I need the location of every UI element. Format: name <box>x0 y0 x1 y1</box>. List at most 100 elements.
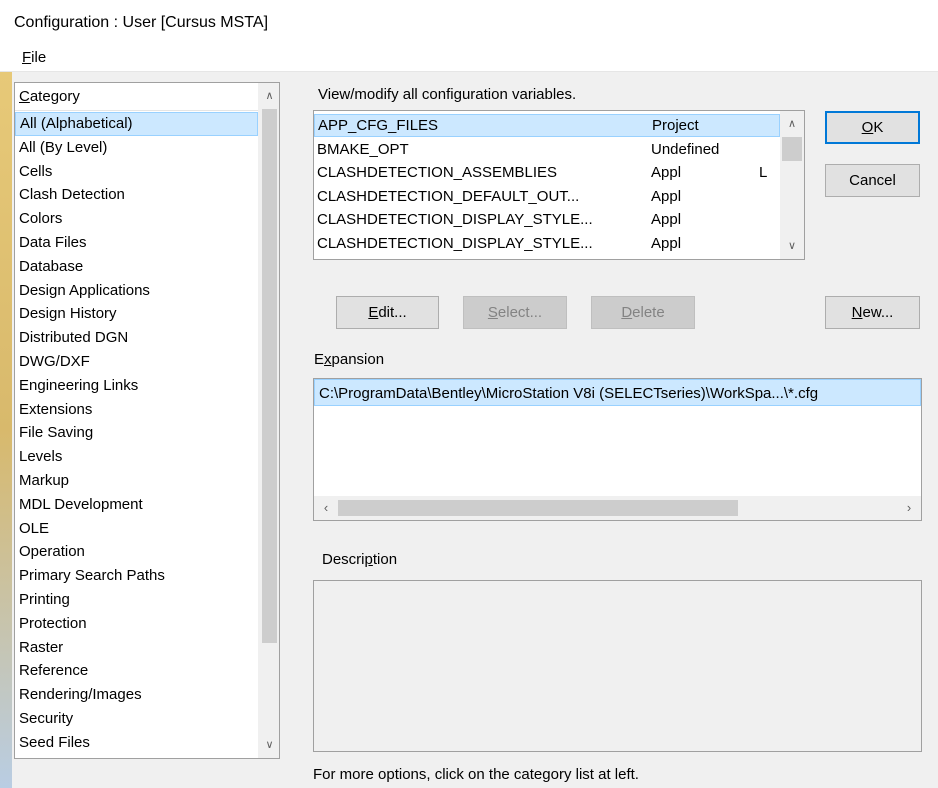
category-item[interactable]: Cells <box>15 160 258 184</box>
category-item[interactable]: All (By Level) <box>15 136 258 160</box>
category-item[interactable]: Printing <box>15 588 258 612</box>
expansion-scroll-thumb[interactable] <box>338 500 738 516</box>
variable-row[interactable]: BMAKE_OPT Undefined <box>314 138 780 161</box>
menu-file-label: ile <box>31 49 47 66</box>
delete-label: elete <box>632 304 665 321</box>
chevron-left-icon[interactable]: ‹ <box>314 496 338 520</box>
variable-name: BMAKE_OPT <box>317 140 409 158</box>
description-label: Description <box>322 551 397 568</box>
select-label: elect... <box>497 304 543 321</box>
variable-row[interactable]: CLASHDETECTION_DEFAULT_OUT... Appl <box>314 185 780 208</box>
chevron-down-icon[interactable]: ∨ <box>259 734 279 756</box>
variable-level: Project <box>652 117 699 134</box>
variable-row[interactable]: CLASHDETECTION_DISPLAY_STYLE... Appl <box>314 208 780 231</box>
category-item[interactable]: Raster <box>15 636 258 660</box>
category-item[interactable]: Seed Files <box>15 731 258 755</box>
expansion-label: Expansion <box>314 351 384 368</box>
category-item[interactable]: Distributed DGN <box>15 326 258 350</box>
category-scroll-thumb[interactable] <box>262 109 277 643</box>
variable-level: Undefined <box>651 140 720 158</box>
edit-mnemonic: E <box>368 304 379 321</box>
chevron-right-icon[interactable]: › <box>897 496 921 520</box>
menu-file[interactable]: File <box>22 49 46 66</box>
category-item[interactable]: Database <box>15 255 258 279</box>
expansion-hscrollbar[interactable]: ‹ › <box>314 496 921 520</box>
category-item[interactable]: Markup <box>15 469 258 493</box>
desktop-background-strip <box>0 72 12 788</box>
variable-lock: L <box>759 164 768 181</box>
variable-level: Appl <box>651 234 682 252</box>
category-item[interactable]: Design Applications <box>15 279 258 303</box>
edit-label: dit... <box>378 304 407 321</box>
cancel-label: Cancel <box>849 172 896 189</box>
description-label-rest: tion <box>372 551 398 568</box>
variables-scrollbar[interactable]: ∧ ∨ <box>780 111 804 259</box>
category-item[interactable]: File Saving <box>15 421 258 445</box>
delete-mnemonic: D <box>621 304 633 321</box>
new-mnemonic: N <box>851 304 863 321</box>
expansion-box[interactable]: C:\ProgramData\Bentley\MicroStation V8i … <box>313 378 922 521</box>
chevron-up-icon[interactable]: ∧ <box>780 113 804 135</box>
chevron-up-icon[interactable]: ∧ <box>259 85 279 107</box>
select-mnemonic: S <box>487 304 498 321</box>
new-button[interactable]: New... <box>825 296 920 329</box>
select-button[interactable]: Select... <box>463 296 567 329</box>
category-item[interactable]: Levels <box>15 445 258 469</box>
edit-button[interactable]: Edit... <box>336 296 439 329</box>
variable-level: Appl <box>651 187 682 205</box>
variable-name: APP_CFG_FILES <box>318 117 439 134</box>
category-item[interactable]: OLE <box>15 517 258 541</box>
category-list[interactable]: Category All (Alphabetical) All (By Level… <box>14 82 280 759</box>
category-item[interactable]: DWG/DXF <box>15 350 258 374</box>
expansion-label-mnemonic: x <box>324 351 332 368</box>
chevron-down-icon[interactable]: ∨ <box>780 235 804 257</box>
menu-bar: File <box>0 46 938 72</box>
category-item[interactable]: Reference <box>15 659 258 683</box>
variable-name: CLASHDETECTION_DISPLAY_STYLE... <box>317 211 593 228</box>
variable-row[interactable]: CLASHDETECTION_DISPLAY_STYLE... Appl <box>314 232 780 255</box>
description-label-mnemonic: p <box>364 551 373 568</box>
status-hint: For more options, click on the category … <box>313 766 639 783</box>
category-header-label: ategory <box>29 88 80 105</box>
category-item[interactable]: Rendering/Images <box>15 683 258 707</box>
variable-name: CLASHDETECTION_ASSEMBLIES <box>317 164 558 181</box>
expansion-value[interactable]: C:\ProgramData\Bentley\MicroStation V8i … <box>314 379 921 406</box>
category-scrollbar[interactable]: ∧ ∨ <box>258 83 279 758</box>
category-item[interactable]: Design History <box>15 302 258 326</box>
configuration-dialog: Configuration : User [Cursus MSTA] File … <box>0 0 938 788</box>
variable-level: Appl <box>651 164 682 181</box>
category-item[interactable]: Data Files <box>15 231 258 255</box>
cancel-button[interactable]: Cancel <box>825 164 920 197</box>
menu-file-mnemonic: F <box>22 49 32 66</box>
variable-name: CLASHDETECTION_DEFAULT_OUT... <box>317 187 580 205</box>
category-item[interactable]: Security <box>15 707 258 731</box>
window-title: Configuration : User [Cursus MSTA] <box>14 14 269 31</box>
category-item[interactable]: Protection <box>15 612 258 636</box>
variable-level: Appl <box>651 211 682 228</box>
new-label: ew... <box>862 304 894 321</box>
category-item[interactable]: Colors <box>15 207 258 231</box>
category-item[interactable]: Clash Detection <box>15 183 258 207</box>
category-item[interactable]: Operation <box>15 540 258 564</box>
variables-scroll-thumb[interactable] <box>782 137 802 161</box>
category-header[interactable]: Category <box>15 83 258 111</box>
category-item[interactable]: MDL Development <box>15 493 258 517</box>
category-item[interactable]: Engineering Links <box>15 374 258 398</box>
category-items: All (Alphabetical) All (By Level) Cells Cla… <box>15 112 258 755</box>
description-box <box>313 580 922 752</box>
expansion-label-pre: E <box>314 351 325 368</box>
delete-button[interactable]: Delete <box>591 296 695 329</box>
ok-mnemonic: O <box>861 119 874 136</box>
variables-list[interactable]: APP_CFG_FILES Project BMAKE_OPT Undefined CL… <box>313 110 805 260</box>
category-item[interactable]: Extensions <box>15 398 258 422</box>
variable-row[interactable]: CLASHDETECTION_ASSEMBLIES Appl L <box>314 161 780 184</box>
category-item[interactable]: Primary Search Paths <box>15 564 258 588</box>
description-label-pre: Descri <box>322 551 365 568</box>
ok-button[interactable]: OK <box>825 111 920 144</box>
variable-name: CLASHDETECTION_DISPLAY_STYLE... <box>317 234 593 252</box>
category-header-mnemonic: C <box>19 88 30 105</box>
variables-label: View/modify all configuration variables. <box>318 86 577 103</box>
expansion-label-rest: pansion <box>331 351 385 368</box>
variable-row[interactable]: APP_CFG_FILES Project <box>314 114 780 137</box>
category-item[interactable]: All (Alphabetical) <box>15 112 258 136</box>
